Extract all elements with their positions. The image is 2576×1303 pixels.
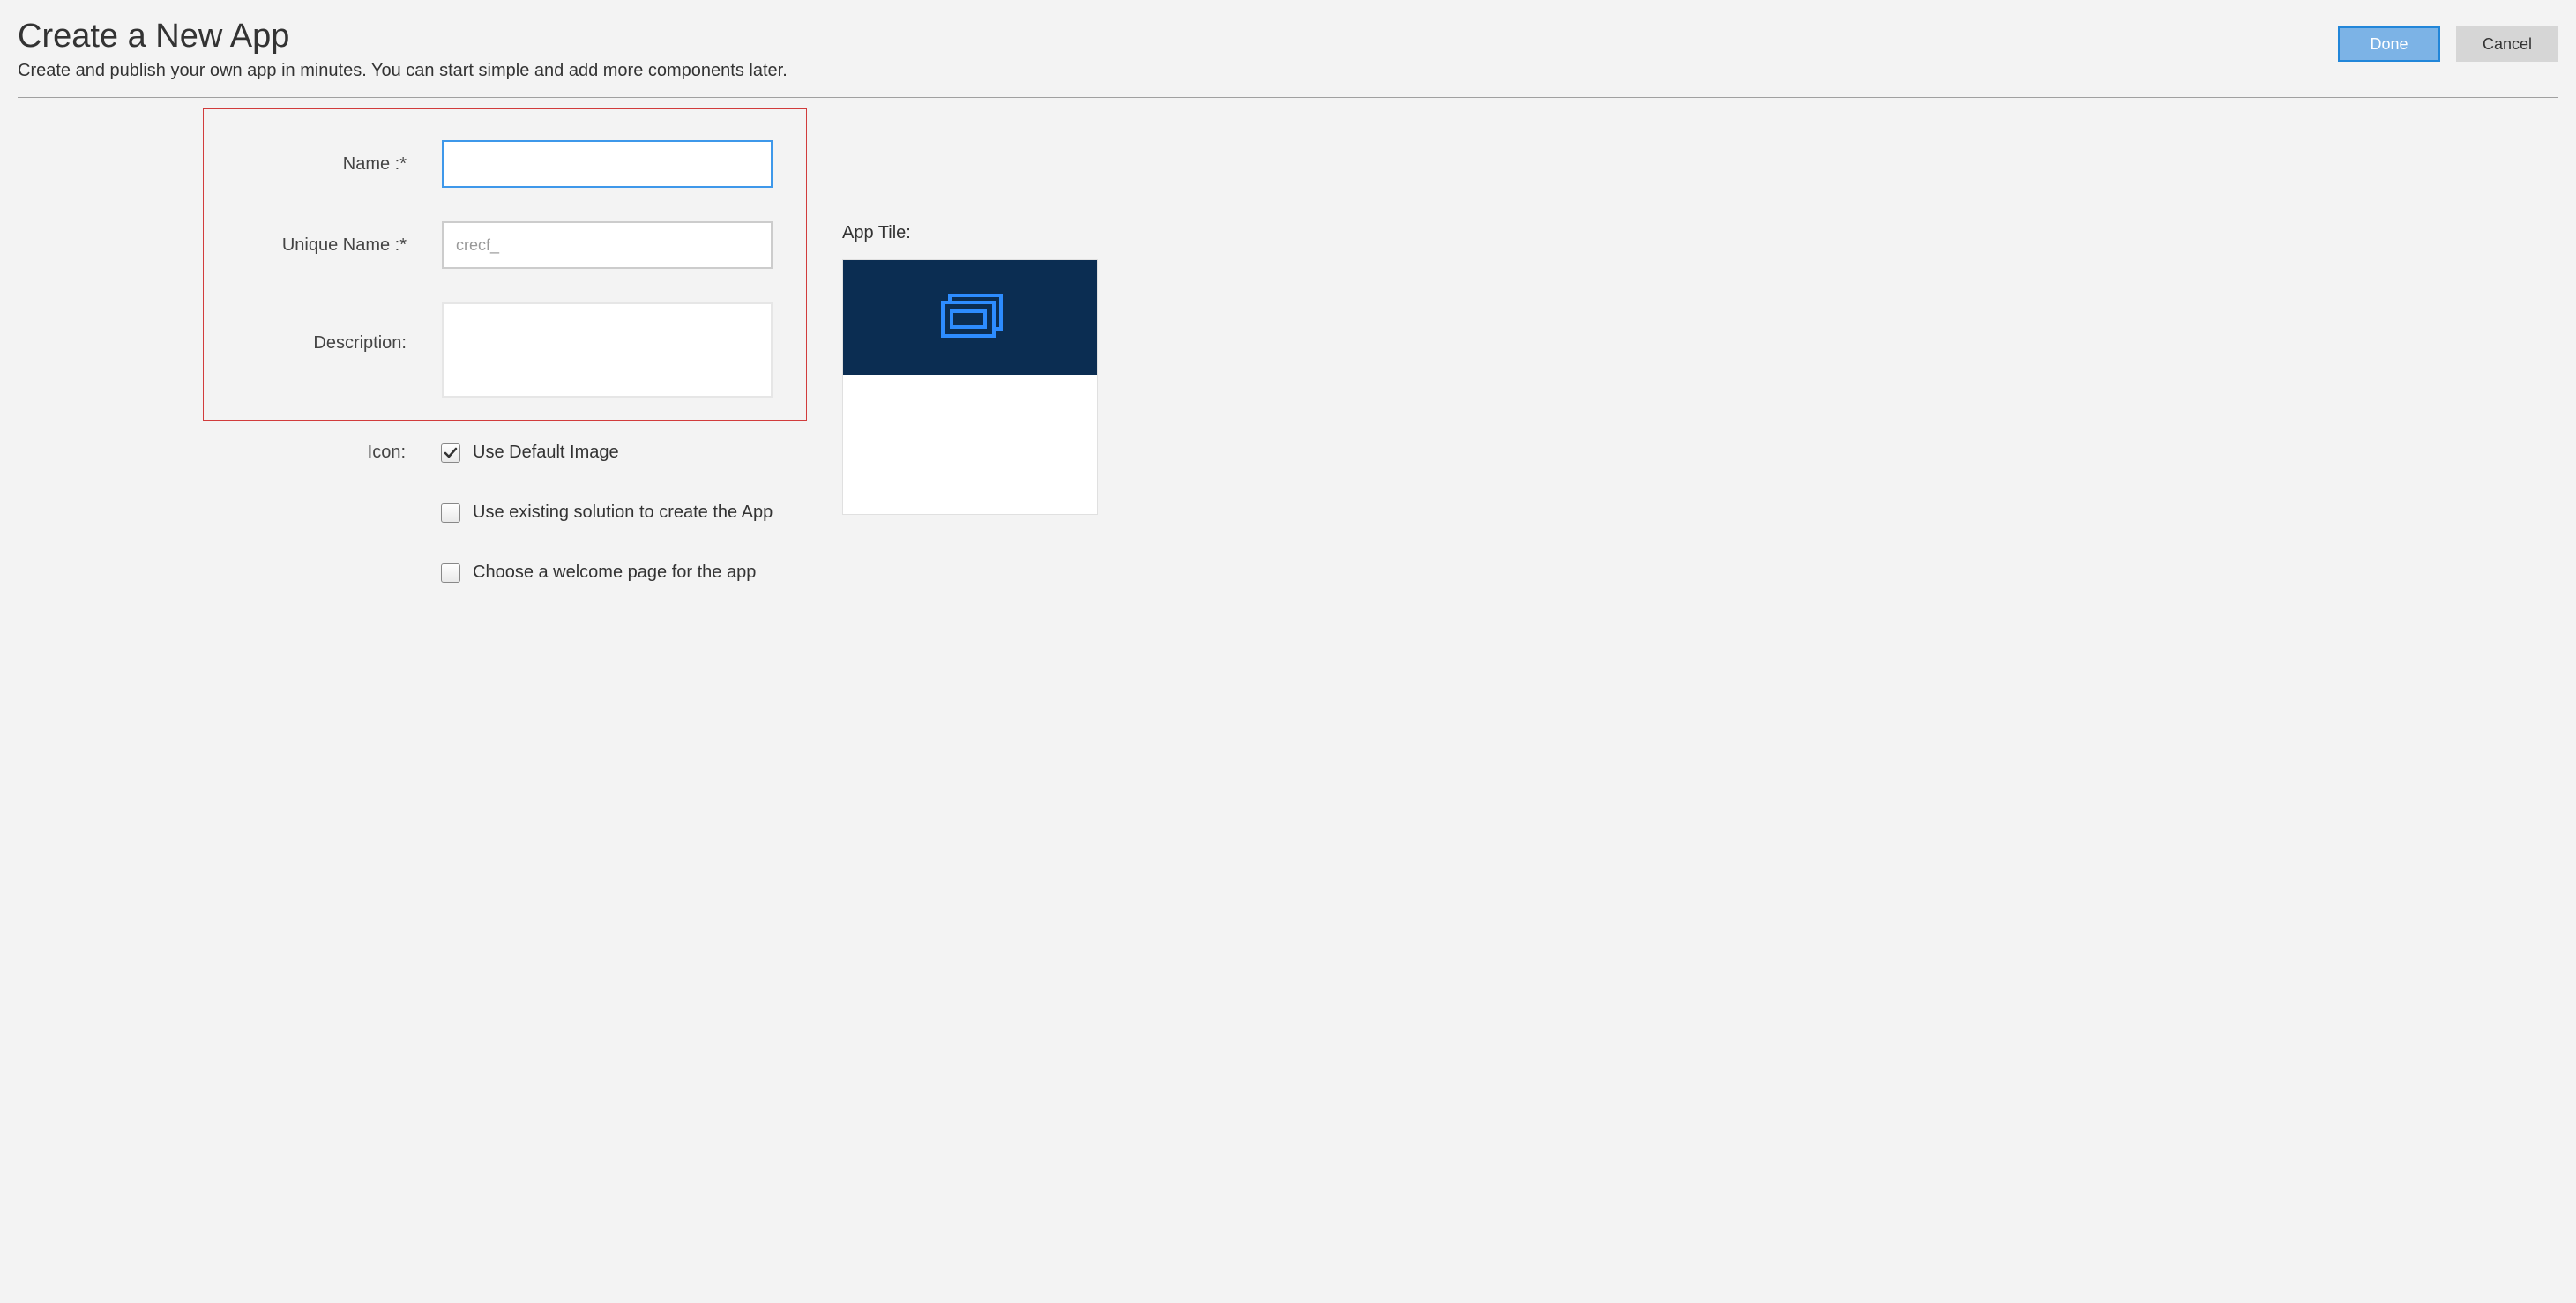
required-fields-highlight: Name :* Unique Name :* Description: <box>203 108 807 421</box>
app-tile-preview <box>842 259 1098 515</box>
unique-name-label: Unique Name :* <box>221 235 442 256</box>
cancel-button[interactable]: Cancel <box>2456 26 2558 62</box>
name-input[interactable] <box>442 140 773 188</box>
choose-welcome-page-checkbox[interactable] <box>441 563 460 583</box>
dialog-header: Create a New App Create and publish your… <box>18 18 2558 98</box>
app-tile-label: App Tile: <box>842 223 1098 243</box>
page-subtitle: Create and publish your own app in minut… <box>18 61 788 81</box>
name-label: Name :* <box>221 154 442 175</box>
description-label: Description: <box>221 302 442 354</box>
use-existing-solution-label: Use existing solution to create the App <box>473 503 773 523</box>
app-tile-header <box>843 260 1097 375</box>
app-tile-icon <box>932 292 1008 343</box>
use-default-image-label: Use Default Image <box>473 443 619 463</box>
choose-welcome-page-label: Choose a welcome page for the app <box>473 562 756 583</box>
page-title: Create a New App <box>18 18 788 56</box>
unique-name-input[interactable] <box>442 221 773 269</box>
use-default-image-checkbox[interactable] <box>441 443 460 463</box>
done-button[interactable]: Done <box>2338 26 2440 62</box>
icon-label: Icon: <box>220 443 441 463</box>
use-existing-solution-checkbox[interactable] <box>441 503 460 523</box>
checkmark-icon <box>444 446 458 460</box>
description-input[interactable] <box>442 302 773 398</box>
